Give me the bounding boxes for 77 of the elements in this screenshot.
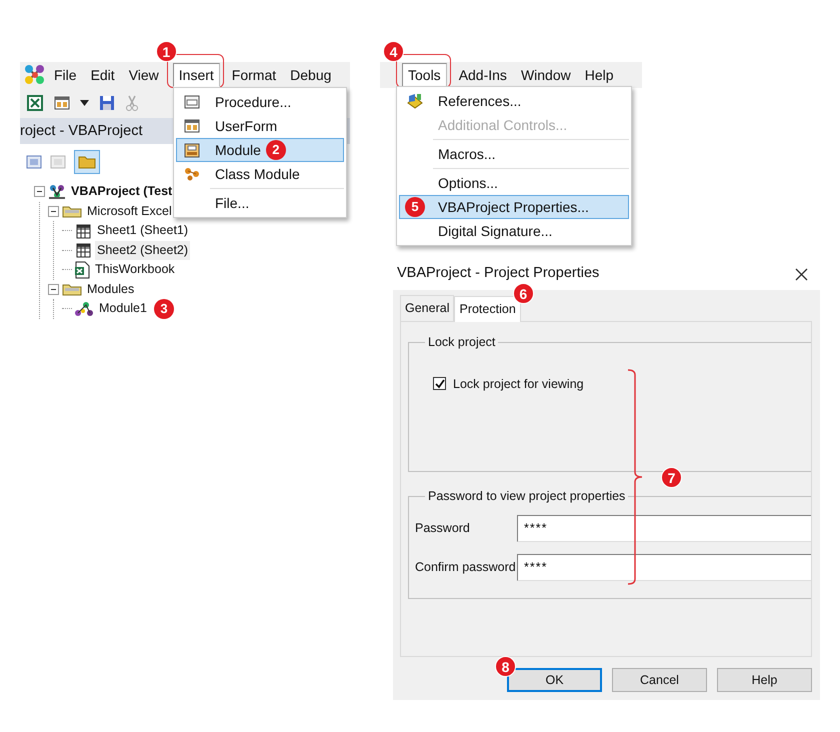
menu-item-label: Additional Controls... bbox=[438, 116, 568, 134]
menu-item[interactable]: Tools bbox=[402, 63, 447, 87]
menu-item-label: Macros... bbox=[438, 144, 496, 164]
tree-item[interactable]: VBAProject (Test bbox=[69, 182, 174, 202]
menu-item[interactable]: File... bbox=[176, 191, 344, 215]
field-label: Confirm password bbox=[414, 558, 517, 576]
menu-item[interactable]: 5 VBAProject Properties... bbox=[399, 195, 629, 219]
menu-item[interactable]: Edit bbox=[84, 63, 121, 87]
menu-item[interactable]: View bbox=[122, 63, 165, 87]
menu-item-label: UserForm bbox=[215, 116, 278, 136]
menu-item[interactable]: Help bbox=[578, 63, 620, 87]
menu-item-label: File... bbox=[215, 194, 250, 212]
menu-item[interactable]: Window bbox=[514, 63, 577, 87]
checkbox-label: Lock project for viewing bbox=[453, 376, 584, 393]
menu-item-label: Procedure... bbox=[215, 92, 292, 112]
tree-item[interactable]: Module1 bbox=[97, 299, 149, 318]
save-icon[interactable] bbox=[99, 95, 115, 111]
worksheet-icon bbox=[74, 222, 92, 239]
menu-item-label: References... bbox=[438, 92, 522, 110]
collapse-icon[interactable] bbox=[48, 206, 59, 217]
menu-item-label: Class Module bbox=[215, 164, 300, 184]
callout-badge: 2 bbox=[266, 140, 286, 160]
dialog-button[interactable]: Cancel bbox=[612, 668, 707, 692]
menu-item[interactable]: File bbox=[48, 63, 83, 87]
callout-badge: 8 bbox=[495, 656, 516, 677]
callout-badge: 1 bbox=[156, 41, 177, 62]
callout-badge: 5 bbox=[405, 197, 425, 217]
collapse-icon[interactable] bbox=[48, 284, 59, 295]
tree-item[interactable]: ThisWorkbook bbox=[93, 260, 177, 280]
excel-icon[interactable] bbox=[26, 94, 44, 112]
checkbox[interactable] bbox=[433, 377, 446, 390]
tab[interactable]: Protection bbox=[454, 296, 521, 322]
dialog-title: VBAProject - Project Properties bbox=[397, 264, 600, 284]
insert-userform-icon[interactable] bbox=[54, 96, 70, 110]
toggle-folders-icon[interactable] bbox=[74, 150, 100, 174]
callout-badge: 3 bbox=[154, 298, 174, 319]
tree-item[interactable]: Sheet1 (Sheet1) bbox=[95, 221, 190, 240]
references-icon bbox=[406, 93, 424, 109]
dialog-button[interactable]: Help bbox=[717, 668, 812, 692]
vba-logo-icon bbox=[24, 64, 46, 86]
menu-item[interactable]: Format bbox=[226, 63, 282, 87]
menu-item[interactable]: Debug bbox=[284, 63, 338, 87]
userform-icon bbox=[184, 119, 200, 133]
menu-item[interactable]: Macros... bbox=[399, 142, 629, 166]
menu-item[interactable]: Digital Signature... bbox=[399, 219, 629, 243]
tab[interactable]: General bbox=[400, 295, 454, 321]
menu-item[interactable]: Class Module bbox=[176, 162, 344, 186]
project-icon bbox=[48, 184, 66, 200]
tree-item[interactable]: Modules bbox=[85, 280, 136, 299]
workbook-icon bbox=[74, 260, 90, 279]
menu-item-label: VBAProject Properties... bbox=[438, 198, 589, 217]
group-label: Lock project bbox=[427, 336, 496, 348]
password-field[interactable]: **** bbox=[517, 514, 811, 542]
field-label: Password bbox=[414, 520, 471, 537]
menu-item[interactable]: Options... bbox=[399, 171, 629, 195]
module-icon bbox=[184, 142, 200, 158]
menu-item[interactable]: Insert bbox=[172, 63, 220, 87]
menu-item-label: Digital Signature... bbox=[438, 222, 552, 241]
folder-icon bbox=[62, 204, 82, 218]
tree-item[interactable]: Microsoft Excel bbox=[85, 202, 174, 221]
menu-item[interactable]: Module 2 bbox=[176, 138, 344, 162]
view-code-icon[interactable] bbox=[26, 155, 42, 169]
folder-icon bbox=[62, 282, 82, 296]
menu-item[interactable]: References... bbox=[399, 89, 629, 113]
procedure-icon bbox=[184, 95, 200, 109]
tree-item[interactable]: Sheet2 (Sheet2) bbox=[95, 240, 190, 260]
password-field[interactable]: **** bbox=[517, 554, 811, 580]
caret-icon[interactable] bbox=[80, 100, 89, 106]
worksheet-icon bbox=[74, 242, 92, 258]
menu-item[interactable]: Add-Ins bbox=[452, 63, 513, 87]
menu-item-label: Options... bbox=[438, 174, 498, 193]
collapse-icon[interactable] bbox=[34, 186, 45, 198]
module-icon bbox=[74, 300, 94, 317]
group-label: Password to view project properties bbox=[427, 490, 626, 502]
class-module-icon bbox=[184, 167, 200, 181]
close-icon[interactable] bbox=[795, 268, 808, 280]
callout-badge: 4 bbox=[383, 41, 404, 62]
